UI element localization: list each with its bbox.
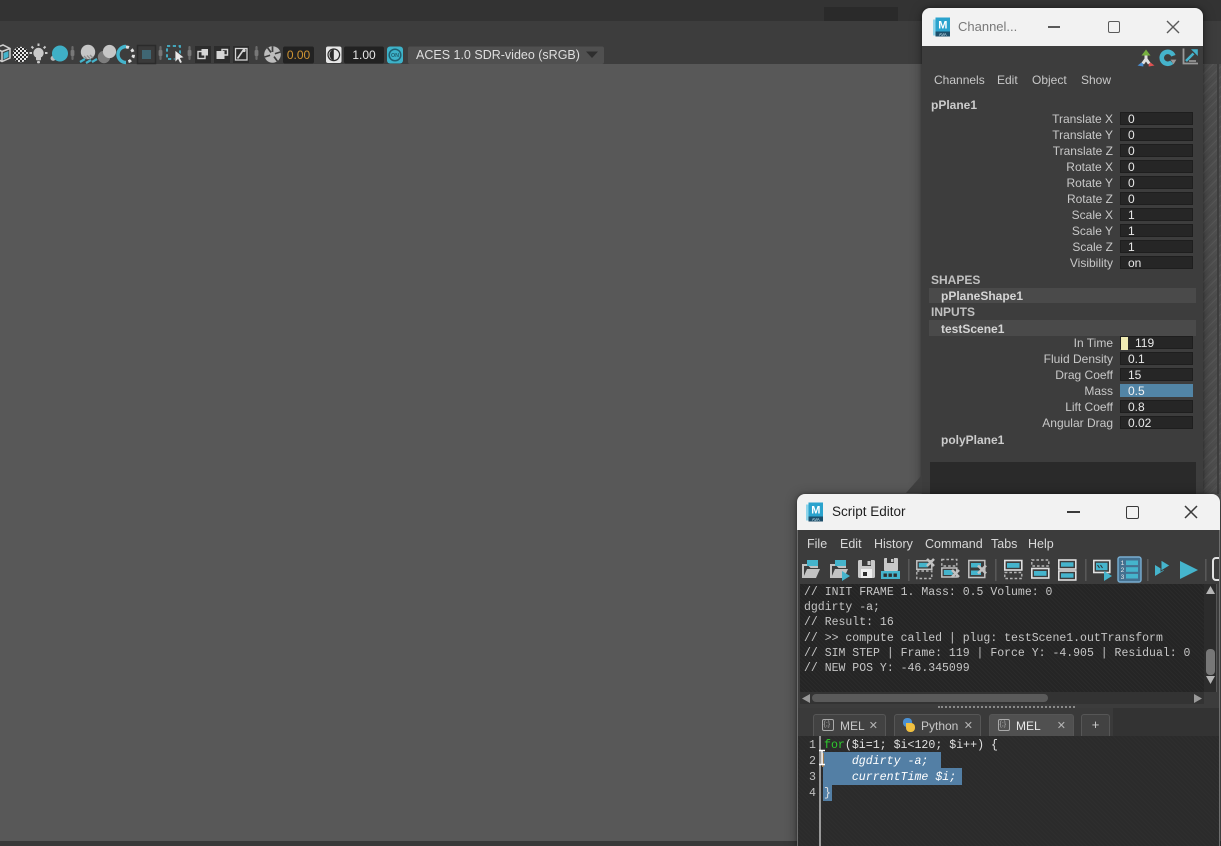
svg-text:3: 3 bbox=[1121, 574, 1125, 581]
svg-text:ON: ON bbox=[391, 53, 399, 59]
svg-text:2: 2 bbox=[1121, 567, 1125, 574]
svg-text:1: 1 bbox=[1121, 560, 1125, 567]
svg-text:M: M bbox=[811, 505, 820, 517]
svg-text:1.00: 1.00 bbox=[352, 48, 376, 62]
svg-text:AVA: AVA bbox=[939, 32, 947, 37]
svg-text:M: M bbox=[938, 20, 947, 32]
svg-text:AVA: AVA bbox=[812, 517, 820, 522]
svg-text:0.00: 0.00 bbox=[287, 48, 311, 62]
svg-text:ACES 1.0 SDR-video (sRGB): ACES 1.0 SDR-video (sRGB) bbox=[416, 48, 580, 62]
